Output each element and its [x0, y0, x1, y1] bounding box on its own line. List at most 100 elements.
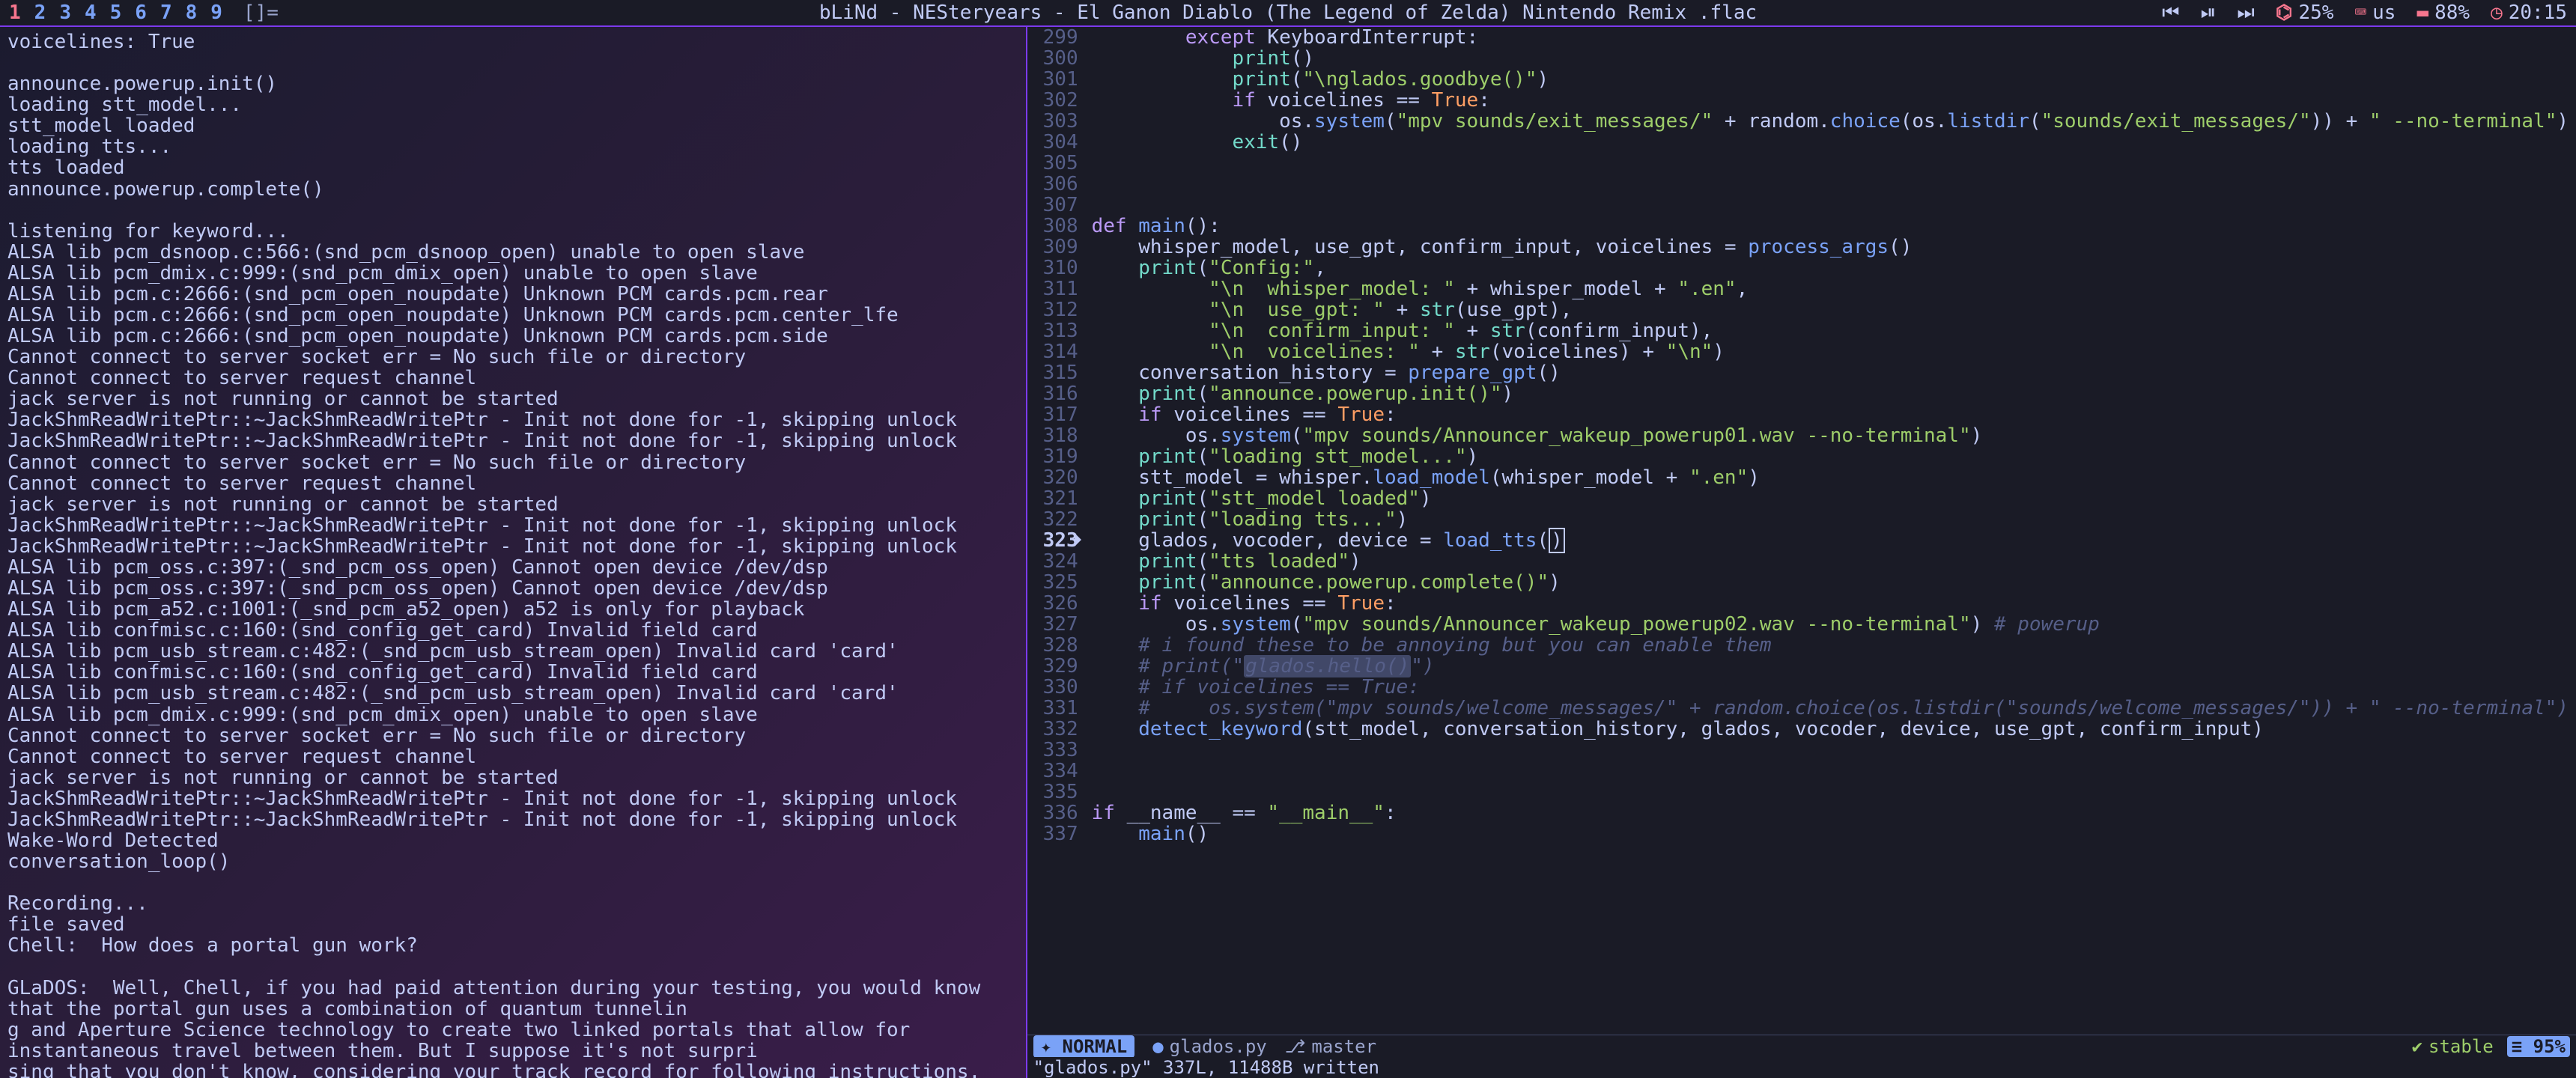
topbar: 123456789 []= bLiNd - NESteryears - El G… — [0, 0, 2576, 27]
code-line[interactable] — [1092, 761, 2569, 782]
code-line[interactable]: "\n voicelines: " + str(voicelines) + "\… — [1092, 341, 2569, 362]
line-number: 302 — [1027, 90, 1078, 111]
terminal-line: ALSA lib pcm_dmix.c:999:(snd_pcm_dmix_op… — [7, 704, 1018, 725]
code-line[interactable]: # i found these to be annoying but you c… — [1092, 635, 2569, 656]
workspace-list: 123456789 — [9, 1, 222, 24]
kbd-layout: us — [2372, 1, 2396, 24]
code-line[interactable]: print("tts loaded") — [1092, 551, 2569, 572]
mode-badge: ✦ NORMAL — [1033, 1035, 1135, 1058]
git-branch: master — [1311, 1036, 1376, 1057]
terminal-line: announce.powerup.init() — [7, 73, 1018, 94]
file-icon: ● — [1152, 1036, 1163, 1057]
code-line[interactable]: "\n whisper_model: " + whisper_model + "… — [1092, 278, 2569, 299]
terminal-line: Cannot connect to server socket err = No… — [7, 347, 1018, 368]
clock-icon: ◷ — [2491, 1, 2503, 24]
code-line[interactable] — [1092, 740, 2569, 761]
code-line[interactable]: detect_keyword(stt_model, conversation_h… — [1092, 719, 2569, 740]
terminal-line: jack server is not running or cannot be … — [7, 494, 1018, 515]
code-line[interactable]: print("Config:", — [1092, 258, 2569, 278]
code-line[interactable]: os.system("mpv sounds/Announcer_wakeup_p… — [1092, 614, 2569, 635]
terminal-line: file saved — [7, 914, 1018, 935]
workspace-3[interactable]: 3 — [59, 1, 71, 24]
line-number: 328 — [1027, 635, 1078, 656]
terminal-line: JackShmReadWritePtr::~JackShmReadWritePt… — [7, 409, 1018, 430]
code-line[interactable]: "\n use_gpt: " + str(use_gpt), — [1092, 299, 2569, 320]
code-line[interactable]: main() — [1092, 823, 2569, 844]
command-line[interactable]: "glados.py" 337L, 11488B written — [1027, 1057, 2576, 1078]
media-next-icon[interactable]: ⏭ — [2237, 1, 2254, 25]
code-line[interactable] — [1092, 153, 2569, 174]
code-line[interactable]: os.system("mpv sounds/exit_messages/" + … — [1092, 111, 2569, 132]
terminal-line: loading stt_model... — [7, 94, 1018, 115]
line-number: 299 — [1027, 27, 1078, 48]
terminal-line: Cannot connect to server request channel — [7, 368, 1018, 389]
workspace-1[interactable]: 1 — [9, 1, 21, 24]
workspace-6[interactable]: 6 — [135, 1, 147, 24]
code-line[interactable]: "\n confirm_input: " + str(confirm_input… — [1092, 320, 2569, 341]
cpu-icon: ⌬ — [2276, 1, 2293, 24]
code-line[interactable]: print("announce.powerup.init()") — [1092, 383, 2569, 404]
code-line[interactable]: except KeyboardInterrupt: — [1092, 27, 2569, 48]
code-line[interactable]: print("stt_model loaded") — [1092, 488, 2569, 509]
code-line[interactable]: glados, vocoder, device = load_tts() — [1092, 530, 2569, 551]
media-prev-icon[interactable]: ⏮ — [2162, 1, 2179, 25]
terminal-line: ALSA lib pcm_oss.c:397:(_snd_pcm_oss_ope… — [7, 557, 1018, 578]
line-number: 308 — [1027, 216, 1078, 237]
code-line[interactable]: # os.system("mpv sounds/welcome_messages… — [1092, 698, 2569, 719]
code-line[interactable]: if __name__ == "__main__": — [1092, 803, 2569, 823]
code-line[interactable]: # if voicelines == True: — [1092, 677, 2569, 698]
code-line[interactable]: print("loading tts...") — [1092, 509, 2569, 530]
terminal-line: loading tts... — [7, 136, 1018, 157]
line-number: 318 — [1027, 425, 1078, 446]
code-line[interactable]: print() — [1092, 48, 2569, 69]
workspace-5[interactable]: 5 — [110, 1, 122, 24]
code-line[interactable]: exit() — [1092, 132, 2569, 153]
terminal-line: ALSA lib pcm_usb_stream.c:482:(_snd_pcm_… — [7, 683, 1018, 704]
line-number: 329 — [1027, 656, 1078, 677]
code-line[interactable]: def main(): — [1092, 216, 2569, 237]
line-number: 312 — [1027, 299, 1078, 320]
terminal-line: announce.powerup.complete() — [7, 179, 1018, 200]
code-area[interactable]: 2993003013023033043053063073083093103113… — [1027, 27, 2576, 1035]
code-line[interactable] — [1092, 174, 2569, 195]
line-number: 337 — [1027, 823, 1078, 844]
code-line[interactable] — [1092, 782, 2569, 803]
workspace-8[interactable]: 8 — [186, 1, 198, 24]
line-number: 336 — [1027, 803, 1078, 823]
battery-icon: ▬ — [2416, 1, 2428, 24]
line-number: 331 — [1027, 698, 1078, 719]
code-line[interactable]: os.system("mpv sounds/Announcer_wakeup_p… — [1092, 425, 2569, 446]
code-line[interactable]: stt_model = whisper.load_model(whisper_m… — [1092, 467, 2569, 488]
code-line[interactable]: print("loading stt_model...") — [1092, 446, 2569, 467]
statusbar: ✦ NORMAL ●glados.py ⎇master ✔stable ≡ 95… — [1027, 1035, 2576, 1057]
code-line[interactable]: print("\nglados.goodbye()") — [1092, 69, 2569, 90]
terminal-pane[interactable]: voicelines: True announce.powerup.init()… — [0, 27, 1027, 1078]
main-split: voicelines: True announce.powerup.init()… — [0, 27, 2576, 1078]
terminal-line: jack server is not running or cannot be … — [7, 767, 1018, 788]
workspace-4[interactable]: 4 — [85, 1, 97, 24]
terminal-line: stt_model loaded — [7, 115, 1018, 136]
workspace-2[interactable]: 2 — [34, 1, 46, 24]
line-number: 324 — [1027, 551, 1078, 572]
code-body[interactable]: except KeyboardInterrupt: print() print(… — [1092, 27, 2576, 1035]
line-number: 314 — [1027, 341, 1078, 362]
code-line[interactable]: if voicelines == True: — [1092, 404, 2569, 425]
line-number: 301 — [1027, 69, 1078, 90]
code-line[interactable]: conversation_history = prepare_gpt() — [1092, 362, 2569, 383]
code-line[interactable]: if voicelines == True: — [1092, 90, 2569, 111]
code-line[interactable]: if voicelines == True: — [1092, 593, 2569, 614]
code-line[interactable] — [1092, 195, 2569, 216]
code-line[interactable]: print("announce.powerup.complete()") — [1092, 572, 2569, 593]
code-line[interactable]: # print("glados.hello()") — [1092, 656, 2569, 677]
media-play-icon[interactable]: ⏯ — [2201, 1, 2217, 25]
code-line[interactable]: whisper_model, use_gpt, confirm_input, v… — [1092, 237, 2569, 258]
terminal-line: Chell: How does a portal gun work? — [7, 935, 1018, 956]
terminal-line: ALSA lib pcm.c:2666:(snd_pcm_open_noupda… — [7, 326, 1018, 347]
line-number: 330 — [1027, 677, 1078, 698]
terminal-line: JackShmReadWritePtr::~JackShmReadWritePt… — [7, 809, 1018, 830]
cpu-pct: 25% — [2299, 1, 2334, 24]
workspace-7[interactable]: 7 — [160, 1, 172, 24]
terminal-line: ALSA lib confmisc.c:160:(snd_config_get_… — [7, 662, 1018, 683]
workspace-9[interactable]: 9 — [210, 1, 222, 24]
line-number: 306 — [1027, 174, 1078, 195]
